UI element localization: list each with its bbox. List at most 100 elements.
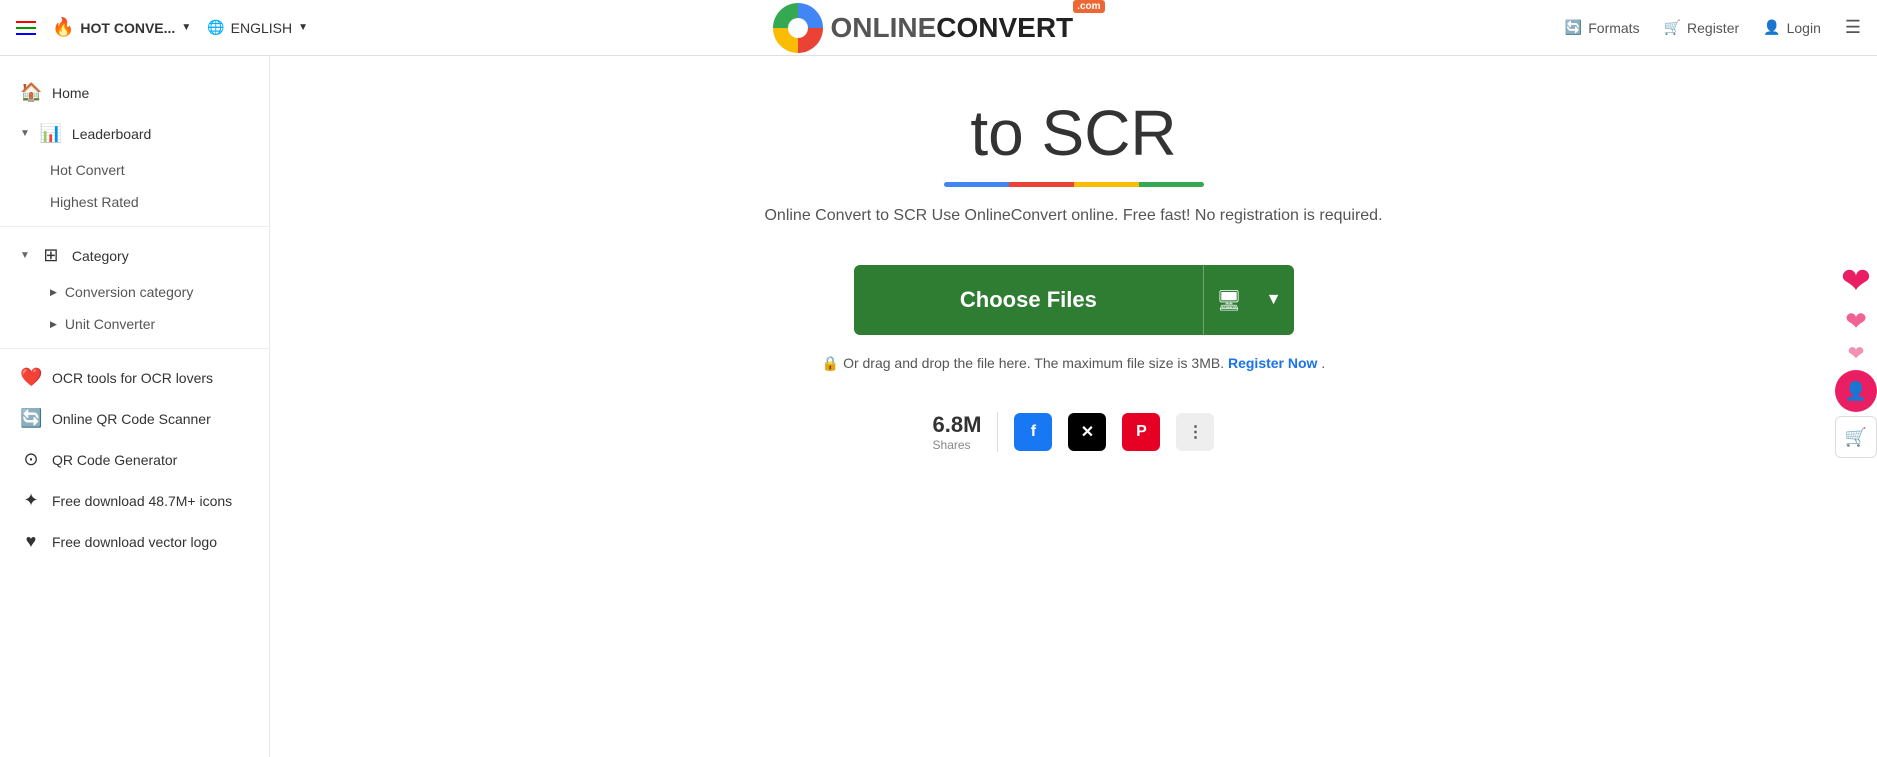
choose-files-button[interactable]: Choose Files <box>854 265 1204 335</box>
sidebar-home-label: Home <box>52 85 89 101</box>
qr-scanner-icon: 🔄 <box>20 408 42 429</box>
floating-avatar-button[interactable]: 👤 <box>1835 370 1877 412</box>
heart-big-icon: ❤ <box>1841 260 1871 302</box>
category-icon: ⊞ <box>40 245 62 266</box>
choose-files-options: 🖥 ▼ <box>1203 265 1293 335</box>
formats-icon: 🔄 <box>1565 19 1582 36</box>
logo-circle-icon <box>772 3 822 53</box>
sidebar-qr-scanner-label: Online QR Code Scanner <box>52 411 211 427</box>
pinterest-icon: P <box>1136 423 1147 441</box>
category-submenu: ▶ Conversion category ▶ Unit Converter <box>0 276 269 340</box>
sidebar: 🏠 Home ▼ 📊 Leaderboard Hot Convert Highe… <box>0 56 270 757</box>
main-content: to SCR Online Convert to SCR Use OnlineC… <box>270 56 1877 757</box>
drag-drop-period: . <box>1321 355 1325 371</box>
heart-small-icon: ❤ <box>1848 341 1865 366</box>
lang-chevron-icon: ▼ <box>298 22 308 33</box>
register-icon: 🛒 <box>1664 19 1681 36</box>
drag-drop-static-text: Or drag and drop the file here. The maxi… <box>843 355 1228 371</box>
floating-panel: ❤ ❤ ❤ 👤 🛒 <box>1835 260 1877 458</box>
shares-label: Shares <box>933 438 982 452</box>
sidebar-vector-label: Free download vector logo <box>52 534 217 550</box>
social-row: 6.8M Shares f ✕ P ⋮ <box>933 412 1215 452</box>
home-icon: 🏠 <box>20 82 42 103</box>
sidebar-qr-generator-label: QR Code Generator <box>52 452 177 468</box>
sidebar-item-hot-convert[interactable]: Hot Convert <box>50 154 269 186</box>
sidebar-leaderboard-label: Leaderboard <box>72 126 151 142</box>
heart-med-icon: ❤ <box>1845 306 1867 337</box>
sidebar-divider-1 <box>0 226 269 227</box>
sidebar-item-conversion-category[interactable]: ▶ Conversion category <box>50 276 269 308</box>
shares-divider <box>997 412 998 452</box>
sidebar-item-home[interactable]: 🏠 Home <box>0 72 269 113</box>
page-title: to SCR <box>970 96 1176 170</box>
register-now-link[interactable]: Register Now <box>1228 355 1317 371</box>
pinterest-share-button[interactable]: P <box>1122 413 1160 451</box>
login-label: Login <box>1787 20 1821 36</box>
lock-icon: 🔒 <box>822 355 839 371</box>
sidebar-divider-2 <box>0 348 269 349</box>
facebook-icon: f <box>1031 423 1036 441</box>
drag-drop-text: 🔒 Or drag and drop the file here. The ma… <box>822 355 1325 372</box>
hot-convert-chevron-icon: ▼ <box>181 22 191 33</box>
generic-share-button[interactable]: ⋮ <box>1176 413 1214 451</box>
logo-inner <box>787 18 807 38</box>
topnav-left: 🔥 HOT CONVE... ▼ 🌐 ENGLISH ▼ <box>16 17 308 38</box>
monitor-icon[interactable]: 🖥 <box>1204 288 1253 313</box>
sidebar-item-icons[interactable]: ✦ Free download 48.7M+ icons <box>0 480 269 521</box>
sidebar-highest-rated-label: Highest Rated <box>50 194 139 210</box>
vector-icon: ♥ <box>20 531 42 552</box>
sidebar-item-highest-rated[interactable]: Highest Rated <box>50 186 269 218</box>
layout: 🏠 Home ▼ 📊 Leaderboard Hot Convert Highe… <box>0 56 1877 757</box>
hot-convert-label: HOT CONVE... <box>80 20 175 36</box>
choose-files-chevron-icon[interactable]: ▼ <box>1254 291 1294 309</box>
sidebar-item-ocr[interactable]: ❤️ OCR tools for OCR lovers <box>0 357 269 398</box>
login-button[interactable]: 👤 Login <box>1763 19 1821 36</box>
icons-icon: ✦ <box>20 490 42 511</box>
sidebar-conversion-category-label: Conversion category <box>65 284 193 300</box>
ocr-icon: ❤️ <box>20 367 42 388</box>
leaderboard-submenu: Hot Convert Highest Rated <box>0 154 269 218</box>
sidebar-item-qr-generator[interactable]: ⊙ QR Code Generator <box>0 439 269 480</box>
leaderboard-chevron-icon: ▼ <box>20 128 30 139</box>
hot-convert-button[interactable]: 🔥 HOT CONVE... ▼ <box>52 17 191 38</box>
sidebar-ocr-label: OCR tools for OCR lovers <box>52 370 213 386</box>
x-share-button[interactable]: ✕ <box>1068 413 1106 451</box>
sidebar-icons-label: Free download 48.7M+ icons <box>52 493 232 509</box>
sidebar-item-leaderboard[interactable]: ▼ 📊 Leaderboard <box>0 113 269 154</box>
sidebar-item-category[interactable]: ▼ ⊞ Category <box>0 235 269 276</box>
menu-icon[interactable]: ☰ <box>1845 17 1861 38</box>
topnav: 🔥 HOT CONVE... ▼ 🌐 ENGLISH ▼ ONLINECONVE… <box>0 0 1877 56</box>
register-label: Register <box>1687 20 1739 36</box>
sidebar-unit-converter-label: Unit Converter <box>65 316 155 332</box>
sidebar-item-qr-scanner[interactable]: 🔄 Online QR Code Scanner <box>0 398 269 439</box>
formats-button[interactable]: 🔄 Formats <box>1565 19 1640 36</box>
qr-generator-icon: ⊙ <box>20 449 42 470</box>
register-button[interactable]: 🛒 Register <box>1664 19 1740 36</box>
floating-cart-button[interactable]: 🛒 <box>1835 416 1877 458</box>
sidebar-item-vector[interactable]: ♥ Free download vector logo <box>0 521 269 562</box>
login-icon: 👤 <box>1763 19 1780 36</box>
sidebar-category-label: Category <box>72 248 129 264</box>
language-label: ENGLISH <box>231 20 292 36</box>
shares-count-group: 6.8M Shares <box>933 412 982 452</box>
topnav-right: 🔄 Formats 🛒 Register 👤 Login ☰ <box>1565 17 1861 38</box>
cart-icon: 🛒 <box>1845 427 1867 448</box>
logo-online-text: ONLINECONVERT <box>830 12 1073 44</box>
fire-icon: 🔥 <box>52 17 74 38</box>
shares-count: 6.8M <box>933 412 982 438</box>
logo-text-group: ONLINECONVERT .com <box>830 12 1104 44</box>
hamburger-icon[interactable] <box>16 21 36 35</box>
subtitle: Online Convert to SCR Use OnlineConvert … <box>764 207 1382 225</box>
category-chevron-icon: ▼ <box>20 250 30 261</box>
sidebar-hot-convert-label: Hot Convert <box>50 162 125 178</box>
choose-files-container: Choose Files 🖥 ▼ <box>854 265 1294 335</box>
sidebar-item-unit-converter[interactable]: ▶ Unit Converter <box>50 308 269 340</box>
globe-icon: 🌐 <box>207 19 224 36</box>
formats-label: Formats <box>1588 20 1639 36</box>
logo[interactable]: ONLINECONVERT .com <box>772 3 1104 53</box>
facebook-share-button[interactable]: f <box>1014 413 1052 451</box>
conversion-chevron-icon: ▶ <box>50 287 57 298</box>
language-button[interactable]: 🌐 ENGLISH ▼ <box>207 19 308 36</box>
logo-com-badge: .com <box>1073 0 1104 13</box>
avatar-icon: 👤 <box>1845 381 1867 402</box>
